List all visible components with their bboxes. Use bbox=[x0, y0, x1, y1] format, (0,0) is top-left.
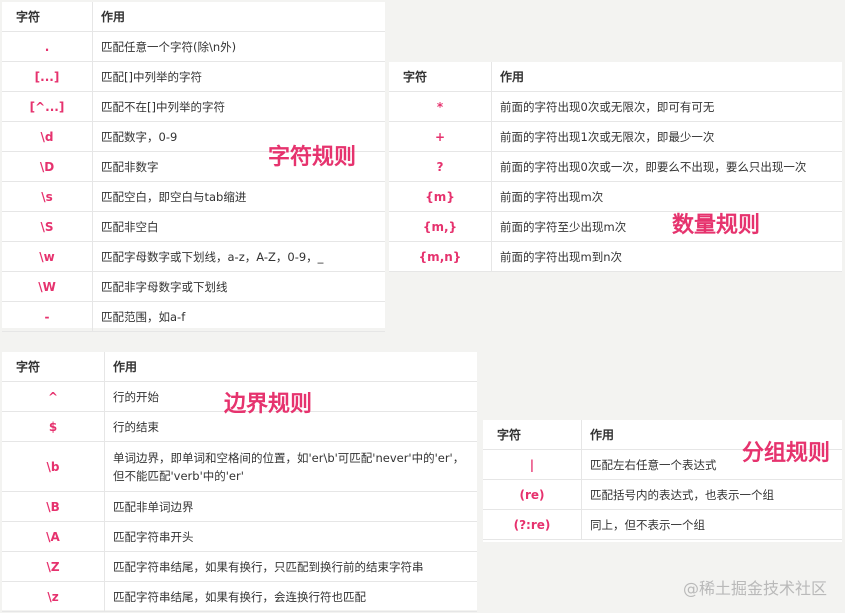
table-row: \B 匹配非单词边界 bbox=[2, 492, 477, 522]
pattern-char: | bbox=[529, 457, 535, 472]
pattern-description: 匹配[]中列举的字符 bbox=[92, 62, 385, 91]
pattern-char: \A bbox=[46, 529, 60, 544]
pattern-description: 匹配非空白 bbox=[92, 212, 385, 241]
quantity-rules-table: 字符 作用 * 前面的字符出现0次或无限次，即可有可无 + 前面的字符出现1次或无限次，即… bbox=[389, 62, 842, 272]
table-row: \w 匹配字母数字或下划线，a-z，A-Z，0-9，_ bbox=[2, 242, 385, 272]
pattern-description: 匹配范围，如a-f bbox=[92, 302, 385, 331]
pattern-description: 匹配不在[]中列举的字符 bbox=[92, 92, 385, 121]
header-use: 作用 bbox=[92, 2, 385, 31]
table-row: {m} 前面的字符出现m次 bbox=[389, 182, 842, 212]
pattern-char: [^...] bbox=[29, 99, 65, 114]
pattern-char: \B bbox=[46, 499, 60, 514]
pattern-char: {m,} bbox=[422, 219, 458, 234]
table-row: {m,} 前面的字符至少出现m次 bbox=[389, 212, 842, 242]
pattern-description: 匹配空白，即空白与tab缩进 bbox=[92, 182, 385, 211]
pattern-description: 前面的字符至少出现m次 bbox=[491, 212, 842, 241]
pattern-description: 匹配字符串结尾，如果有换行，只匹配到换行前的结束字符串 bbox=[104, 552, 477, 581]
pattern-char: ^ bbox=[47, 389, 59, 404]
pattern-char: - bbox=[44, 309, 50, 324]
table-row: (re) 匹配括号内的表达式，也表示一个组 bbox=[483, 480, 842, 510]
pattern-description: 匹配括号内的表达式，也表示一个组 bbox=[581, 480, 842, 509]
pattern-char: {m} bbox=[425, 189, 455, 204]
pattern-description: 前面的字符出现m次 bbox=[491, 182, 842, 211]
table-row: ? 前面的字符出现0次或一次，即要么不出现，要么只出现一次 bbox=[389, 152, 842, 182]
pattern-char: (re) bbox=[519, 487, 545, 502]
pattern-description: 单词边界，即单词和空格间的位置，如'er\b'可匹配'never'中的'er'，… bbox=[104, 442, 477, 491]
pattern-description: 匹配字符串开头 bbox=[104, 522, 477, 551]
header-char: 字符 bbox=[403, 70, 428, 84]
pattern-char: [...] bbox=[34, 69, 60, 84]
pattern-description: 同上，但不表示一个组 bbox=[581, 510, 842, 539]
pattern-description: 前面的字符出现m到n次 bbox=[491, 242, 842, 271]
pattern-char: \z bbox=[47, 589, 59, 604]
pattern-char: . bbox=[44, 39, 50, 54]
header-char: 字符 bbox=[497, 428, 522, 442]
pattern-char: ? bbox=[436, 159, 444, 174]
table-row: [^...] 匹配不在[]中列举的字符 bbox=[2, 92, 385, 122]
pattern-description: 匹配任意一个字符(除\n外) bbox=[92, 32, 385, 61]
table-row: \s 匹配空白，即空白与tab缩进 bbox=[2, 182, 385, 212]
pattern-char: \D bbox=[39, 159, 55, 174]
header-use: 作用 bbox=[104, 352, 477, 381]
pattern-char: (?:re) bbox=[513, 517, 551, 532]
pattern-description: 前面的字符出现1次或无限次，即最少一次 bbox=[491, 122, 842, 151]
table-row: [...] 匹配[]中列举的字符 bbox=[2, 62, 385, 92]
header-char: 字符 bbox=[16, 360, 41, 374]
pattern-char: \w bbox=[39, 249, 55, 264]
boundary-rules-label: 边界规则 bbox=[224, 392, 313, 417]
table-header-row: 字符 作用 bbox=[2, 352, 477, 382]
pattern-char: \Z bbox=[46, 559, 60, 574]
pattern-char: \S bbox=[40, 219, 54, 234]
table-row: {m,n} 前面的字符出现m到n次 bbox=[389, 242, 842, 272]
pattern-char: \s bbox=[41, 189, 53, 204]
table-row: (?:re) 同上，但不表示一个组 bbox=[483, 510, 842, 540]
pattern-description: 匹配字母数字或下划线，a-z，A-Z，0-9，_ bbox=[92, 242, 385, 271]
quantity-rules-label: 数量规则 bbox=[672, 213, 761, 238]
char-rules-label: 字符规则 bbox=[268, 145, 357, 170]
pattern-char: \d bbox=[40, 129, 54, 144]
table-row: \S 匹配非空白 bbox=[2, 212, 385, 242]
group-rules-label: 分组规则 bbox=[742, 441, 831, 466]
pattern-char: $ bbox=[48, 419, 58, 434]
table-row: \Z 匹配字符串结尾，如果有换行，只匹配到换行前的结束字符串 bbox=[2, 552, 477, 582]
table-row: \A 匹配字符串开头 bbox=[2, 522, 477, 552]
pattern-char: \b bbox=[46, 459, 60, 474]
table-row: * 前面的字符出现0次或无限次，即可有可无 bbox=[389, 92, 842, 122]
watermark: @稀土掘金技术社区 bbox=[682, 579, 827, 598]
pattern-char: {m,n} bbox=[418, 249, 462, 264]
table-row: \b 单词边界，即单词和空格间的位置，如'er\b'可匹配'never'中的'er… bbox=[2, 442, 477, 492]
table-row: . 匹配任意一个字符(除\n外) bbox=[2, 32, 385, 62]
table-row: + 前面的字符出现1次或无限次，即最少一次 bbox=[389, 122, 842, 152]
pattern-description: 前面的字符出现0次或无限次，即可有可无 bbox=[491, 92, 842, 121]
pattern-char: + bbox=[434, 129, 446, 144]
table-header-row: 字符 作用 bbox=[389, 62, 842, 92]
table-row: \W 匹配非字母数字或下划线 bbox=[2, 272, 385, 302]
pattern-char: \W bbox=[38, 279, 56, 294]
pattern-description: 前面的字符出现0次或一次，即要么不出现，要么只出现一次 bbox=[491, 152, 842, 181]
pattern-description: 匹配非字母数字或下划线 bbox=[92, 272, 385, 301]
pattern-char: * bbox=[436, 99, 444, 114]
header-char: 字符 bbox=[16, 10, 41, 24]
pattern-description: 匹配字符串结尾，如果有换行，会连换行符也匹配 bbox=[104, 582, 477, 611]
header-use: 作用 bbox=[491, 62, 842, 91]
pattern-description: 匹配非单词边界 bbox=[104, 492, 477, 521]
table-header-row: 字符 作用 bbox=[2, 2, 385, 32]
table-row: \z 匹配字符串结尾，如果有换行，会连换行符也匹配 bbox=[2, 582, 477, 612]
table-row: - 匹配范围，如a-f bbox=[2, 302, 385, 332]
